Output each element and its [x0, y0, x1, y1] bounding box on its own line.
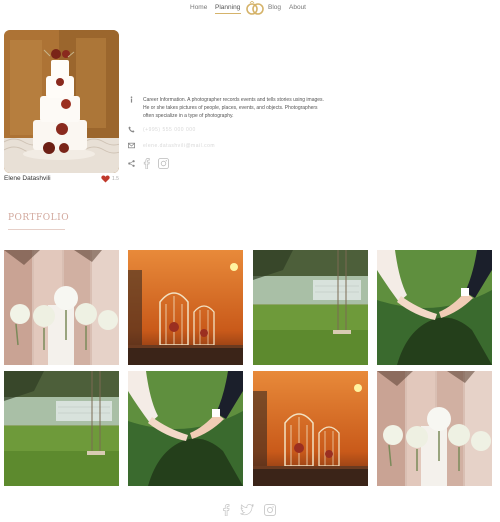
portfolio-tile-birdcages[interactable] [253, 371, 368, 486]
info-icon [130, 96, 133, 103]
email-text[interactable]: elene.datashvili@mail.com [143, 142, 328, 150]
nav-about[interactable]: About [289, 4, 306, 11]
profile-photo [4, 30, 119, 173]
nav-blog[interactable]: Blog [268, 4, 281, 11]
heart-icon [101, 175, 110, 183]
phone-text[interactable]: (+995) 555 000 000 [143, 126, 328, 134]
portfolio-tile-hands[interactable] [128, 371, 243, 486]
nav-active-underline [215, 13, 241, 14]
portfolio-underline [8, 229, 65, 230]
portfolio-tile-birdcages[interactable] [128, 250, 243, 365]
portfolio-tile-bridesmaids[interactable] [377, 371, 492, 486]
profile-social-row [128, 158, 169, 169]
portfolio-title: PORTFOLIO [8, 213, 70, 223]
likes-button[interactable]: 1.5 [101, 174, 119, 184]
instagram-icon[interactable] [264, 503, 276, 521]
twitter-icon[interactable] [240, 503, 254, 521]
likes-count: 1.5 [112, 176, 119, 182]
nav-home[interactable]: Home [190, 4, 207, 11]
portfolio-tile-swing[interactable] [253, 250, 368, 365]
portfolio-tile-hands[interactable] [377, 250, 492, 365]
top-navigation: Home Planning Blog About [0, 0, 500, 18]
about-text: Career Information. A photographer recor… [143, 97, 324, 119]
mail-icon [128, 142, 135, 149]
double-rings-logo-icon[interactable] [245, 1, 265, 15]
profile-name: Elene Datashvili [4, 175, 51, 182]
facebook-icon[interactable] [143, 158, 150, 169]
portfolio-tile-swing[interactable] [4, 371, 119, 486]
facebook-icon[interactable] [222, 503, 230, 521]
footer-social [222, 503, 276, 521]
nav-planning[interactable]: Planning [215, 4, 240, 11]
share-icon[interactable] [128, 160, 135, 167]
instagram-icon[interactable] [158, 158, 169, 169]
portfolio-tile-bridesmaids[interactable] [4, 250, 119, 365]
phone-icon [128, 126, 135, 133]
